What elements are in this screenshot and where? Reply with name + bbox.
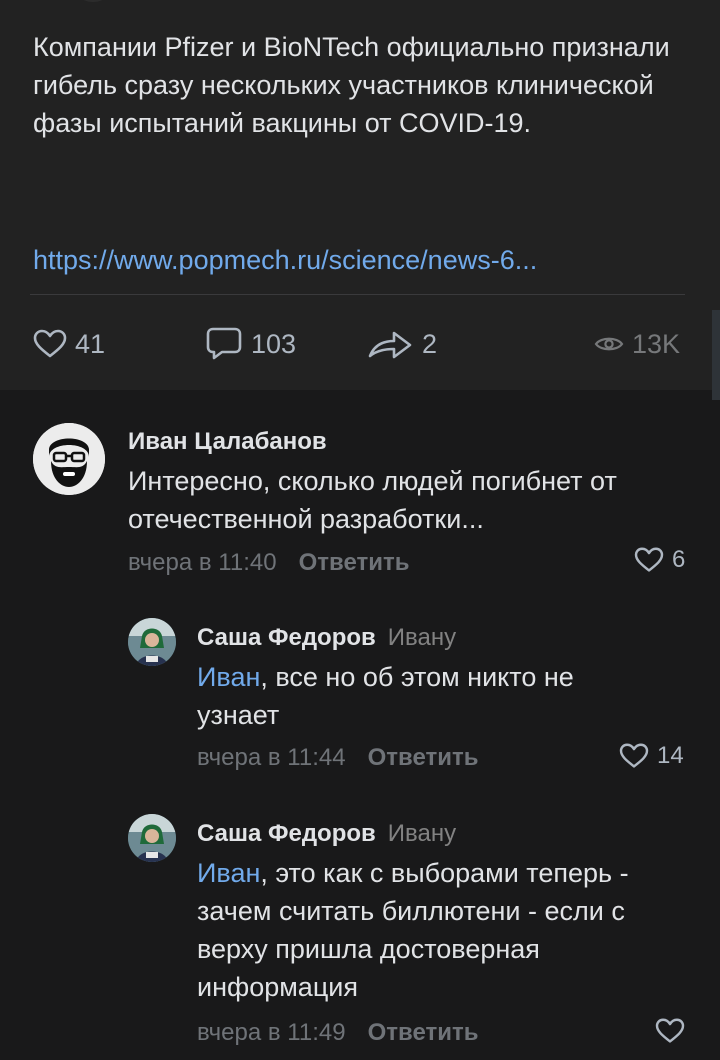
reply-button[interactable]: Ответить <box>368 744 479 771</box>
reply-to-label[interactable]: Ивану <box>388 624 456 651</box>
comment-button[interactable]: 103 <box>205 322 296 366</box>
share-count: 2 <box>422 328 438 359</box>
comment-meta: вчера в 11:49 Ответить <box>197 1019 479 1047</box>
eye-icon <box>594 337 624 351</box>
comment-body: , это как с выборами теперь - зачем счит… <box>197 858 629 1002</box>
post-author-avatar[interactable] <box>70 0 116 2</box>
comment-like-count: 14 <box>657 742 684 769</box>
avatar[interactable] <box>128 814 176 862</box>
user-photo-avatar-icon <box>128 814 176 862</box>
avatar[interactable] <box>33 423 105 495</box>
like-button[interactable]: 41 <box>33 322 105 366</box>
comment-like-button[interactable] <box>655 1018 693 1044</box>
avatar[interactable] <box>128 618 176 666</box>
user-photo-avatar-icon <box>128 618 176 666</box>
bearded-man-avatar-icon <box>33 423 105 495</box>
heart-icon <box>619 743 649 768</box>
comment: Иван Цалабанов <box>128 428 327 456</box>
share-button[interactable]: 2 <box>366 322 437 366</box>
comment-author[interactable]: Саша Федоров <box>197 820 376 847</box>
like-count: 41 <box>75 328 106 359</box>
comment-text: Иван, все но об этом никто не узнает <box>197 658 637 734</box>
heart-icon <box>655 1018 685 1043</box>
comment-text: Иван, это как с выборами теперь - зачем … <box>197 854 677 1006</box>
comment-time: вчера в 11:49 <box>197 1019 346 1046</box>
share-arrow-icon <box>368 331 412 359</box>
post-text: Компании Pfizer и BioNTech официально пр… <box>33 32 670 138</box>
comment-bubble-icon <box>206 327 242 360</box>
comment-time: вчера в 11:44 <box>197 744 346 771</box>
comment-like-button[interactable]: 6 <box>634 546 685 574</box>
comment-text: Интересно, сколько людей погибнет от оте… <box>128 466 617 534</box>
scrollbar[interactable] <box>712 310 720 400</box>
comment-like-button[interactable]: 14 <box>619 742 684 770</box>
reply-button[interactable]: Ответить <box>368 1019 479 1046</box>
comment-author[interactable]: Иван Цалабанов <box>128 428 327 456</box>
comment-meta: вчера в 11:44 Ответить <box>197 744 479 772</box>
heart-icon <box>33 329 67 358</box>
reply-to-label[interactable]: Ивану <box>388 820 456 847</box>
comment-author[interactable]: Саша Федоров <box>197 624 376 651</box>
comment-like-count: 6 <box>672 546 686 573</box>
mention-link[interactable]: Иван <box>197 662 260 692</box>
comment-meta: вчера в 11:40 Ответить <box>128 549 410 577</box>
comment-time: вчера в 11:40 <box>128 549 277 576</box>
post-card: Компании Pfizer и BioNTech официально пр… <box>0 0 720 390</box>
views-counter: 13K <box>594 322 680 366</box>
post-link[interactable]: https://www.popmech.ru/science/news-6... <box>33 241 537 279</box>
comment: Саша Федоров Ивану <box>197 624 456 652</box>
reply-button[interactable]: Ответить <box>299 549 410 576</box>
mention-link[interactable]: Иван <box>197 858 260 888</box>
divider <box>30 294 685 295</box>
views-count: 13K <box>632 328 681 359</box>
heart-icon <box>634 547 664 572</box>
comment-count: 103 <box>251 328 297 359</box>
comment: Саша Федоров Ивану <box>197 820 456 848</box>
